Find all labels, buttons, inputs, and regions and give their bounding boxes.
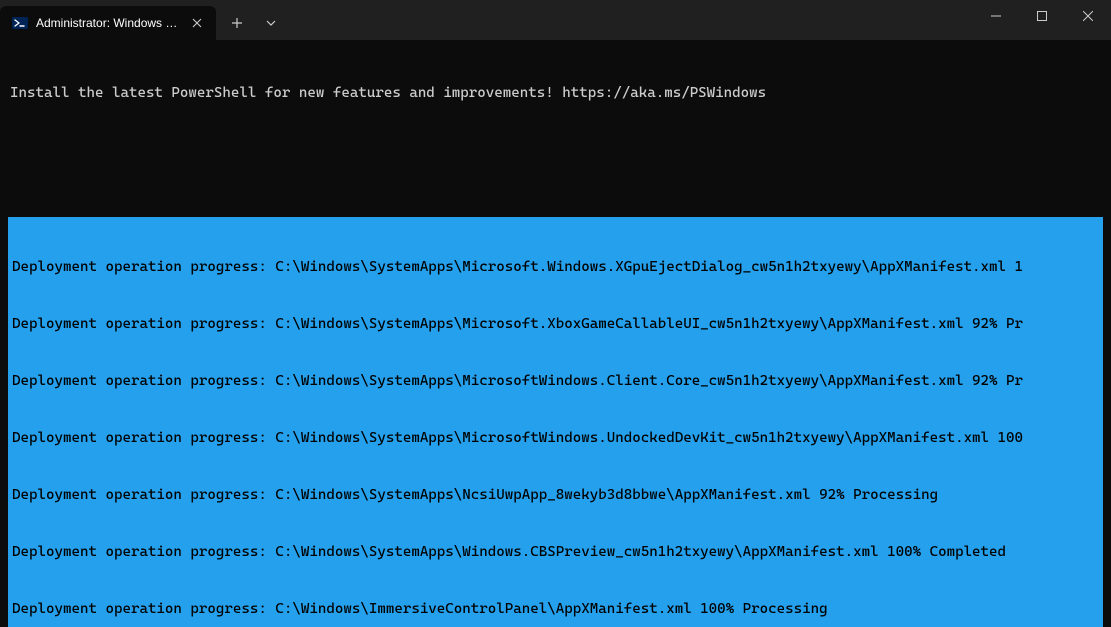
progress-line: Deployment operation progress: C:\Window… bbox=[12, 486, 1101, 505]
titlebar: Administrator: Windows Powe bbox=[0, 0, 1111, 40]
progress-line: Deployment operation progress: C:\Window… bbox=[12, 543, 1101, 562]
progress-line: Deployment operation progress: C:\Window… bbox=[12, 258, 1101, 277]
tab-close-button[interactable] bbox=[188, 14, 206, 32]
progress-line: Deployment operation progress: C:\Window… bbox=[12, 372, 1101, 391]
powershell-icon bbox=[12, 15, 28, 31]
tab-powershell[interactable]: Administrator: Windows Powe bbox=[0, 6, 216, 40]
deployment-progress-block: Deployment operation progress: C:\Window… bbox=[8, 217, 1103, 627]
intro-line: Install the latest PowerShell for new fe… bbox=[10, 84, 1101, 103]
progress-line: Deployment operation progress: C:\Window… bbox=[12, 600, 1101, 619]
blank-line bbox=[10, 141, 1101, 160]
minimize-button[interactable] bbox=[973, 0, 1019, 32]
progress-line: Deployment operation progress: C:\Window… bbox=[12, 315, 1101, 334]
new-tab-button[interactable] bbox=[222, 8, 252, 38]
close-button[interactable] bbox=[1065, 0, 1111, 32]
tab-strip: Administrator: Windows Powe bbox=[0, 0, 973, 40]
tab-title: Administrator: Windows Powe bbox=[36, 16, 180, 30]
tab-actions bbox=[216, 0, 286, 40]
window-controls bbox=[973, 0, 1111, 40]
maximize-button[interactable] bbox=[1019, 0, 1065, 32]
progress-line: Deployment operation progress: C:\Window… bbox=[12, 429, 1101, 448]
tab-dropdown-button[interactable] bbox=[256, 8, 286, 38]
terminal-output[interactable]: Install the latest PowerShell for new fe… bbox=[0, 40, 1111, 627]
